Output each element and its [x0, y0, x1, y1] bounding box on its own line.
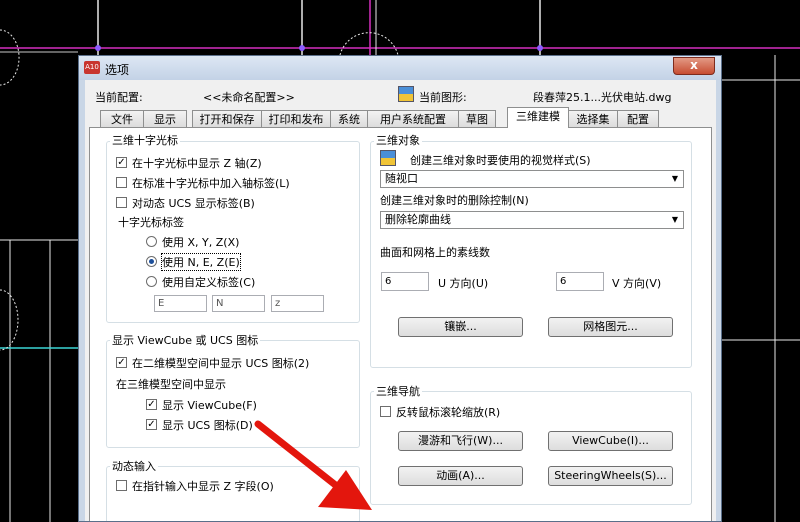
- tab-selection[interactable]: 选择集: [568, 110, 618, 127]
- deletion-control-label: 创建三维对象时的删除控制(N): [380, 194, 529, 207]
- chevron-down-icon: ▼: [671, 215, 678, 224]
- show-ucs-icon-checkbox[interactable]: ✓: [146, 419, 157, 430]
- group-title-dynamic-input: 动态输入: [110, 458, 158, 474]
- tab-3d-modeling[interactable]: 三维建模: [507, 107, 569, 128]
- show-viewcube-checkbox[interactable]: ✓: [146, 399, 157, 410]
- visual-style-value: 随视口: [385, 172, 418, 185]
- deletion-control-value: 删除轮廓曲线: [385, 213, 451, 226]
- use-xyz-label: 使用 X, Y, Z(X): [162, 236, 240, 249]
- viewcube-settings-button[interactable]: ViewCube(I)...: [548, 431, 673, 451]
- options-dialog: A10 选项 x 当前配置: <<未命名配置>> 当前图形: 段春萍25.1..…: [78, 55, 722, 522]
- reverse-wheel-zoom-label: 反转鼠标滚轮缩放(R): [396, 406, 501, 419]
- tab-user-preferences[interactable]: 用户系统配置: [367, 110, 459, 127]
- use-custom-radio[interactable]: [146, 276, 157, 287]
- reverse-wheel-zoom-checkbox[interactable]: [380, 406, 391, 417]
- v-isolines-input[interactable]: 6: [556, 272, 604, 291]
- group-title-3d-navigation: 三维导航: [374, 383, 422, 399]
- dynamic-ucs-label-text: 对动态 UCS 显示标签(B): [132, 197, 255, 210]
- group-title-3d-objects: 三维对象: [374, 132, 422, 148]
- custom-label-field-2[interactable]: N: [212, 295, 265, 312]
- dialog-titlebar: A10 选项 x: [79, 56, 721, 80]
- tab-files[interactable]: 文件: [100, 110, 144, 127]
- tab-drafting[interactable]: 草图: [458, 110, 496, 127]
- display-in-3d-heading: 在三维模型空间中显示: [116, 378, 226, 391]
- steeringwheels-button[interactable]: SteeringWheels(S)...: [548, 466, 673, 486]
- show-ucs-icon-label: 显示 UCS 图标(D): [162, 419, 253, 432]
- show-ucs-2d-checkbox[interactable]: ✓: [116, 357, 127, 368]
- use-nez-radio[interactable]: [146, 256, 157, 267]
- tessellation-button[interactable]: 镶嵌...: [398, 317, 523, 337]
- close-button[interactable]: x: [673, 57, 715, 75]
- tab-display[interactable]: 显示: [143, 110, 187, 127]
- walk-fly-button[interactable]: 漫游和飞行(W)...: [398, 431, 523, 451]
- show-ucs-2d-label: 在二维模型空间中显示 UCS 图标(2): [132, 357, 310, 370]
- chevron-down-icon: ▼: [671, 174, 678, 183]
- show-z-axis-label: 在十字光标中显示 Z 轴(Z): [132, 157, 262, 170]
- group-dynamic-input: [106, 466, 360, 521]
- axis-label-checkbox[interactable]: [116, 177, 127, 188]
- show-z-field-checkbox[interactable]: [116, 480, 127, 491]
- tab-plot-publish[interactable]: 打印和发布: [261, 110, 331, 127]
- v-direction-label: V 方向(V): [612, 277, 662, 290]
- group-title-crosshairs: 三维十字光标: [110, 132, 180, 148]
- visual-style-icon: [380, 150, 396, 166]
- current-drawing-label: 当前图形:: [419, 91, 467, 104]
- show-z-field-label: 在指针输入中显示 Z 字段(O): [132, 480, 274, 493]
- show-viewcube-label: 显示 ViewCube(F): [162, 399, 257, 412]
- custom-label-field-3[interactable]: z: [271, 295, 324, 312]
- deletion-control-select[interactable]: 删除轮廓曲线 ▼: [380, 211, 684, 229]
- mesh-primitives-button[interactable]: 网格图元...: [548, 317, 673, 337]
- show-z-axis-checkbox[interactable]: ✓: [116, 157, 127, 168]
- isolines-label: 曲面和网格上的素线数: [380, 246, 490, 259]
- u-direction-label: U 方向(U): [438, 277, 489, 290]
- tab-open-save[interactable]: 打开和保存: [192, 110, 262, 127]
- visual-style-select[interactable]: 随视口 ▼: [380, 170, 684, 188]
- animation-button[interactable]: 动画(A)...: [398, 466, 523, 486]
- autocad-app-icon: A10: [84, 61, 100, 74]
- use-nez-label: 使用 N, E, Z(E): [161, 253, 241, 271]
- drawing-file-icon: [398, 86, 414, 102]
- visual-style-label: 创建三维对象时要使用的视觉样式(S): [410, 154, 591, 167]
- tab-profiles[interactable]: 配置: [617, 110, 659, 127]
- dialog-body: 当前配置: <<未命名配置>> 当前图形: 段春萍25.1...光伏电站.dwg…: [85, 80, 716, 521]
- current-config-label: 当前配置:: [95, 91, 143, 104]
- custom-label-field-1[interactable]: E: [154, 295, 207, 312]
- tab-panel-3d-modeling: 三维十字光标 ✓ 在十字光标中显示 Z 轴(Z) 在标准十字光标中加入轴标签(L…: [89, 127, 712, 521]
- group-title-viewcube-ucs: 显示 ViewCube 或 UCS 图标: [110, 332, 261, 348]
- use-custom-label: 使用自定义标签(C): [162, 276, 256, 289]
- current-config-value: <<未命名配置>>: [203, 91, 295, 104]
- dialog-title: 选项: [105, 63, 130, 77]
- crosshair-labels-heading: 十字光标标签: [118, 216, 184, 229]
- current-drawing-value: 段春萍25.1...光伏电站.dwg: [533, 91, 672, 104]
- u-isolines-input[interactable]: 6: [381, 272, 429, 291]
- axis-label-text: 在标准十字光标中加入轴标签(L): [132, 177, 290, 190]
- tab-system[interactable]: 系统: [330, 110, 368, 127]
- use-xyz-radio[interactable]: [146, 236, 157, 247]
- dynamic-ucs-label-checkbox[interactable]: [116, 197, 127, 208]
